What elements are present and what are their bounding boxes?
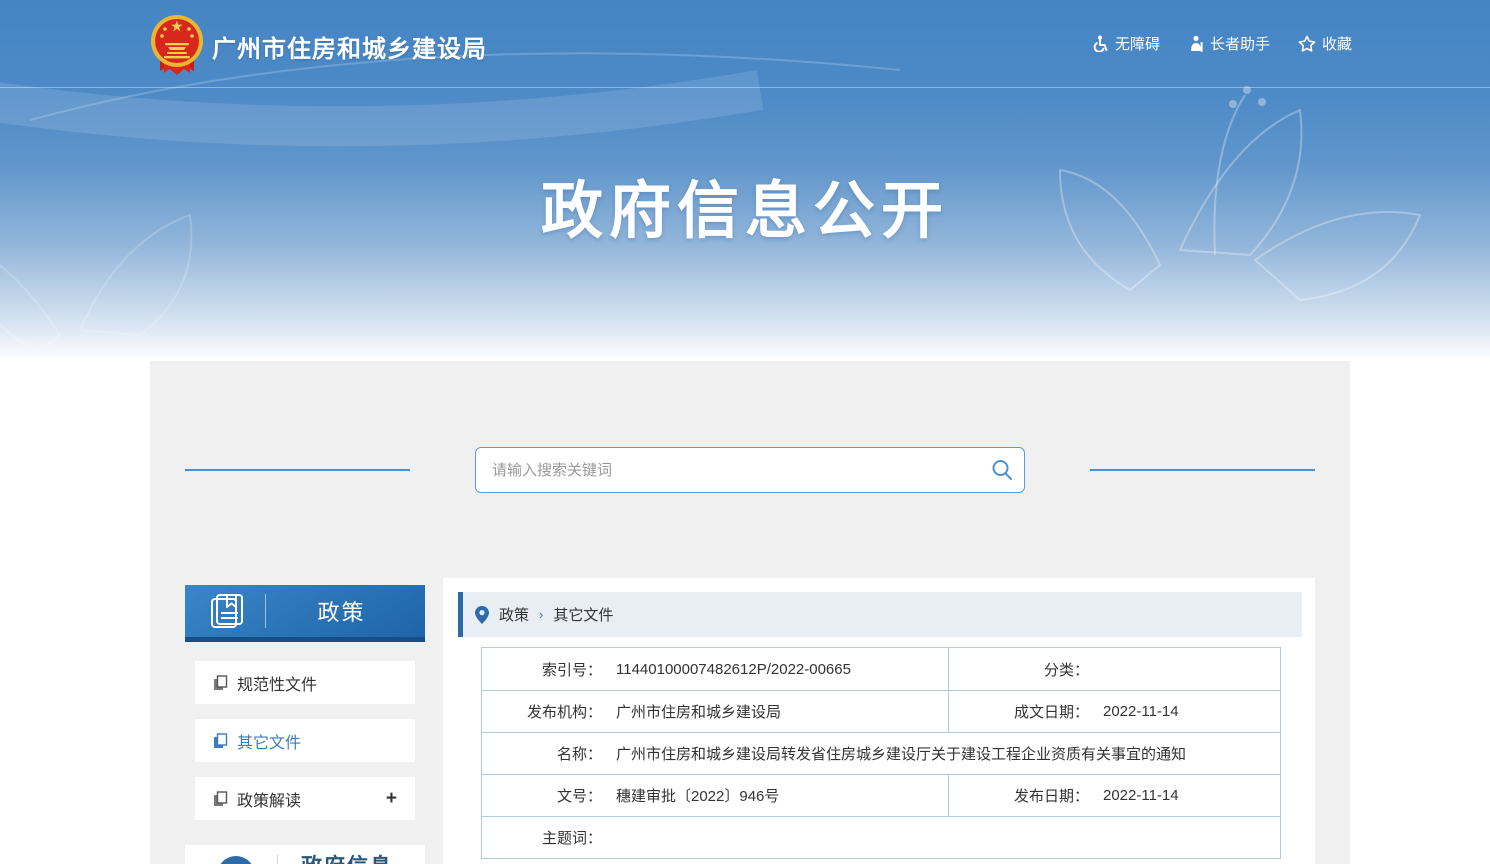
index-no-value: 11440100007482612P/2022-00665 [616,661,851,678]
category-label: 分类： [949,659,1089,680]
breadcrumb-root[interactable]: 政策 [499,604,529,625]
favorite-label: 收藏 [1322,33,1352,54]
top-utility-links: 无障碍 长者助手 收藏 [1092,33,1352,54]
location-pin-icon [475,606,489,624]
publisher-value: 广州市住房和城乡建设局 [616,701,781,722]
publish-date-value: 2022-11-14 [1103,787,1179,804]
document-detail-table: 索引号： 11440100007482612P/2022-00665 分类： 发… [481,647,1281,859]
document-icon [213,675,228,691]
table-row: 名称： 广州市住房和城乡建设局转发省住房城乡建设厅关于建设工程企业资质有关事宜的… [482,732,1280,774]
doc-no-label: 文号： [482,785,602,806]
search-decor-line-right [1090,469,1315,471]
sidebar-next-separator [277,855,278,864]
search-decor-line-left [185,469,410,471]
cell-publisher: 发布机构： 广州市住房和城乡建设局 [482,691,948,732]
sidebar-item-label: 其它文件 [237,729,301,753]
sidebar-item-normative-documents[interactable]: 规范性文件 [195,661,415,704]
document-icon [213,791,228,807]
policy-book-icon [207,591,247,631]
star-icon [1298,35,1316,53]
table-row: 索引号： 11440100007482612P/2022-00665 分类： [482,648,1280,690]
accessibility-icon [1092,35,1109,52]
national-emblem-logo [148,13,206,77]
breadcrumb-accent-bar [458,592,463,637]
sidebar-item-label: 规范性文件 [237,671,317,695]
accessibility-label: 无障碍 [1115,33,1160,54]
expand-plus-icon[interactable]: + [386,788,397,810]
written-date-value: 2022-11-14 [1103,703,1179,720]
content-container: 政策 规范性文件 其它文件 [150,361,1350,864]
search-box [475,447,1025,493]
doc-no-value: 穗建审批〔2022〕946号 [616,785,779,806]
sidebar-section-policy[interactable]: 政策 [185,585,425,642]
cell-doc-no: 文号： 穗建审批〔2022〕946号 [482,775,948,816]
elder-assist-icon [1188,35,1204,52]
sidebar-section-gov-info[interactable]: 政府信息公开 [185,845,425,864]
elder-assist-label: 长者助手 [1210,33,1270,54]
site-title: 广州市住房和城乡建设局 [212,29,487,64]
keywords-label: 主题词： [482,827,602,848]
sidebar-item-other-documents[interactable]: 其它文件 [195,719,415,762]
cell-publish-date: 发布日期： 2022-11-14 [948,775,1280,816]
gov-info-circle-icon [217,856,255,864]
table-row: 文号： 穗建审批〔2022〕946号 发布日期： 2022-11-14 [482,774,1280,816]
cell-written-date: 成文日期： 2022-11-14 [948,691,1280,732]
main-panel: 政策 › 其它文件 索引号： 11440100007482612P/2022-0… [443,578,1315,864]
sidebar-item-policy-interpretation[interactable]: 政策解读 + [195,777,415,820]
sidebar-item-label: 政策解读 [237,787,301,811]
breadcrumb-current: 其它文件 [553,604,613,625]
search-icon [990,458,1014,482]
document-icon [213,733,228,749]
publisher-label: 发布机构： [482,701,602,722]
page-banner: 广州市住房和城乡建设局 无障碍 长者助手 收藏 政府信息 [0,0,1490,361]
doc-name-value: 广州市住房和城乡建设局转发省住房城乡建设厅关于建设工程企业资质有关事宜的通知 [616,743,1186,764]
favorite-link[interactable]: 收藏 [1298,33,1352,54]
table-row: 主题词： [482,816,1280,858]
cell-doc-name: 名称： 广州市住房和城乡建设局转发省住房城乡建设厅关于建设工程企业资质有关事宜的… [482,733,1280,774]
elder-assist-link[interactable]: 长者助手 [1188,33,1270,54]
breadcrumb-separator-icon: › [539,607,543,622]
cell-category: 分类： [948,648,1280,690]
search-button[interactable] [980,448,1024,492]
sidebar-section-title: 政策 [266,595,425,627]
search-input[interactable] [476,448,980,492]
page-title: 政府信息公开 [0,160,1490,250]
sidebar-next-section-title: 政府信息公开 [301,853,397,864]
accessibility-link[interactable]: 无障碍 [1092,33,1160,54]
written-date-label: 成文日期： [949,701,1089,722]
breadcrumb: 政策 › 其它文件 [458,592,1302,637]
cell-index-no: 索引号： 11440100007482612P/2022-00665 [482,648,948,690]
cell-keywords: 主题词： [482,817,1280,858]
table-row: 发布机构： 广州市住房和城乡建设局 成文日期： 2022-11-14 [482,690,1280,732]
index-no-label: 索引号： [482,659,602,680]
header-divider [0,87,1490,88]
doc-name-label: 名称： [482,743,602,764]
publish-date-label: 发布日期： [949,785,1089,806]
